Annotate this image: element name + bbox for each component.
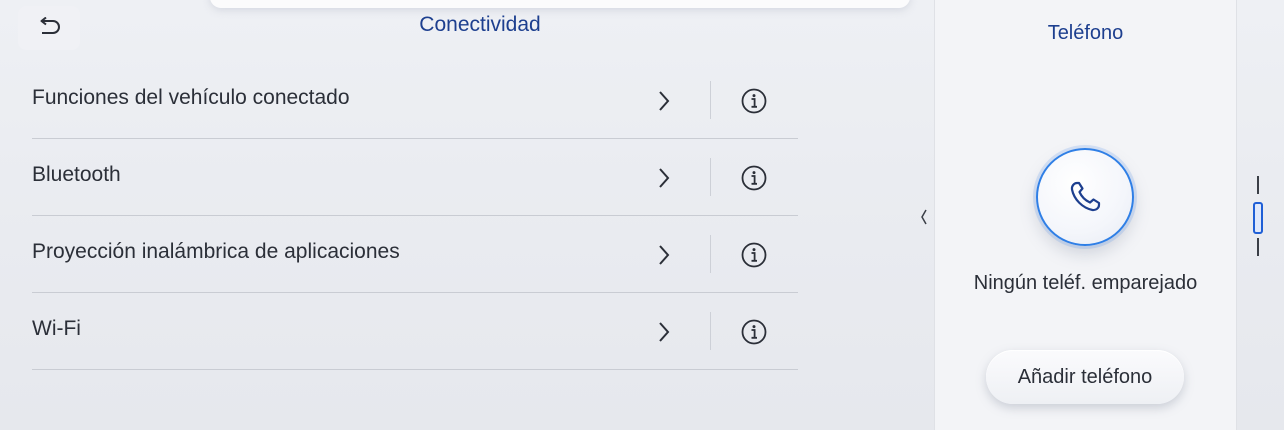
settings-list: Funciones del vehículo conectado Bluetoo…	[32, 62, 798, 370]
phone-icon[interactable]	[1036, 148, 1134, 246]
page-indicator-active	[1253, 202, 1263, 234]
page-title: Conectividad	[419, 13, 541, 36]
phone-status-text: Ningún teléf. emparejado	[973, 272, 1198, 294]
add-phone-button[interactable]: Añadir teléfono	[986, 350, 1184, 404]
page-indicator[interactable]	[1250, 176, 1266, 258]
chevron-right-icon	[652, 320, 676, 344]
row-divider	[710, 235, 711, 273]
row-divider	[710, 158, 711, 196]
settings-row-bluetooth[interactable]: Bluetooth	[32, 139, 798, 216]
settings-row-label: Proyección inalámbrica de aplicaciones	[32, 240, 400, 263]
page-indicator-top-line	[1257, 176, 1259, 194]
settings-row-label: Funciones del vehículo conectado	[32, 86, 350, 109]
settings-row-label: Bluetooth	[32, 163, 121, 186]
info-icon[interactable]	[740, 241, 768, 269]
settings-row-wireless-projection[interactable]: Proyección inalámbrica de aplicaciones	[32, 216, 798, 293]
phone-panel-title: Teléfono	[1047, 22, 1124, 44]
info-icon[interactable]	[740, 164, 768, 192]
page-indicator-bottom-line	[1257, 238, 1259, 256]
chevron-right-icon	[652, 89, 676, 113]
info-icon[interactable]	[740, 87, 768, 115]
back-button[interactable]	[18, 6, 80, 50]
back-arrow-icon	[36, 16, 62, 40]
chevron-right-icon	[652, 243, 676, 267]
chevron-right-icon	[652, 166, 676, 190]
settings-row-wifi[interactable]: Wi-Fi	[32, 293, 798, 370]
connectivity-panel: Conectividad Funciones del vehículo cone…	[0, 0, 935, 430]
top-edge-highlight	[210, 0, 910, 8]
row-divider	[710, 312, 711, 350]
info-icon[interactable]	[740, 318, 768, 346]
phone-panel: Teléfono Ningún teléf. emparejado Añadir…	[935, 0, 1236, 430]
row-divider	[710, 81, 711, 119]
collapse-handle-icon[interactable]	[915, 204, 933, 230]
settings-row-label: Wi-Fi	[32, 317, 81, 340]
settings-row-connected-vehicle[interactable]: Funciones del vehículo conectado	[32, 62, 798, 139]
